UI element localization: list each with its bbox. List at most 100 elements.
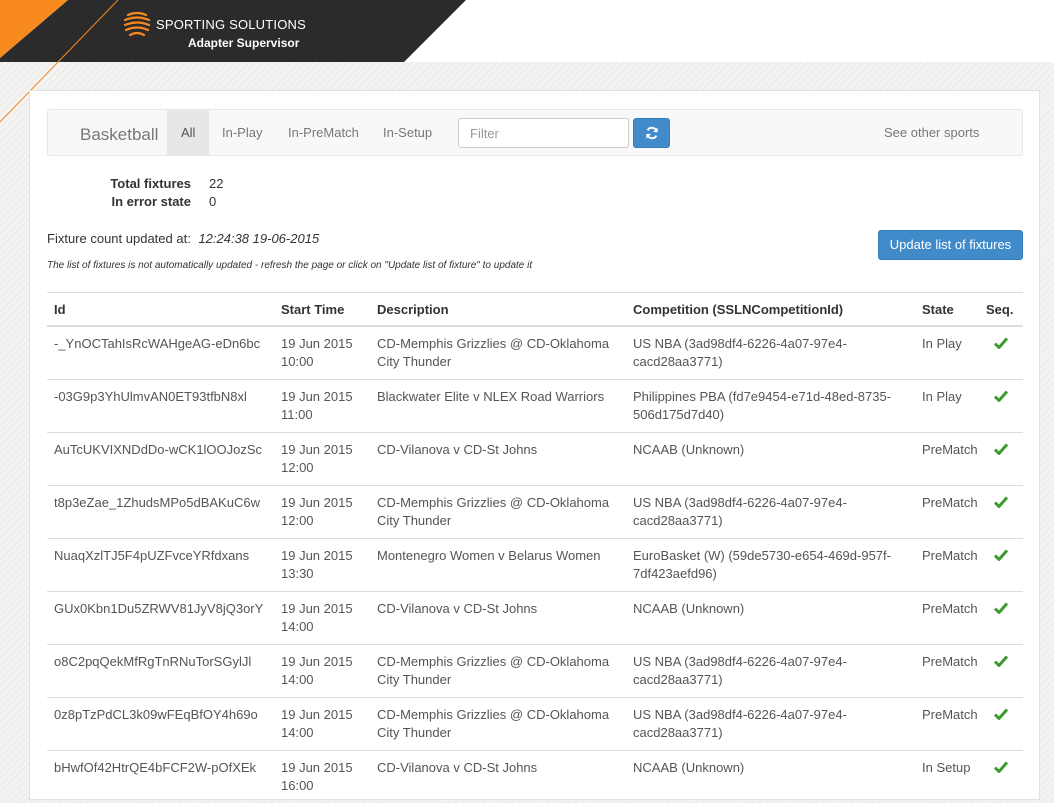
start-time: 19 Jun 201514:00: [274, 592, 370, 645]
table-row[interactable]: GUx0Kbn1Du5ZRWV81JyV8jQ3orY19 Jun 201514…: [47, 592, 1023, 645]
table-row[interactable]: t8p3eZae_1ZhudsMPo5dBAKuC6w19 Jun 201512…: [47, 486, 1023, 539]
check-icon: [994, 708, 1008, 720]
fixture-state: In Setup: [915, 751, 979, 803]
start-date: 19 Jun 2015: [281, 547, 363, 565]
fixture-competition: EuroBasket (W) (59de5730-e654-469d-957f-…: [626, 539, 915, 592]
fixture-id[interactable]: t8p3eZae_1ZhudsMPo5dBAKuC6w: [47, 486, 274, 539]
start-hour: 11:00: [281, 406, 363, 424]
fixtures-panel: Basketball All In-Play In-PreMatch In-Se…: [29, 90, 1040, 800]
start-time: 19 Jun 201512:00: [274, 486, 370, 539]
table-row[interactable]: NuaqXzlTJ5F4pUZFvceYRfdxans19 Jun 201513…: [47, 539, 1023, 592]
fixture-competition: US NBA (3ad98df4-6226-4a07-97e4-cacd28aa…: [626, 698, 915, 751]
start-date: 19 Jun 2015: [281, 388, 363, 406]
fixture-id[interactable]: -_YnOCTahIsRcWAHgeAG-eDn6bc: [47, 326, 274, 380]
fixture-state: PreMatch: [915, 645, 979, 698]
start-hour: 14:00: [281, 724, 363, 742]
start-hour: 13:30: [281, 565, 363, 583]
fixture-id[interactable]: bHwfOf42HtrQE4bFCF2W-pOfXEk: [47, 751, 274, 803]
fixture-state: PreMatch: [915, 486, 979, 539]
table-row[interactable]: 0z8pTzPdCL3k09wFEqBfOY4h69o19 Jun 201514…: [47, 698, 1023, 751]
fixture-competition: US NBA (3ad98df4-6226-4a07-97e4-cacd28aa…: [626, 645, 915, 698]
sport-name[interactable]: Basketball: [80, 125, 158, 145]
fixture-rows: -_YnOCTahIsRcWAHgeAG-eDn6bc19 Jun 201510…: [47, 326, 1023, 803]
sporting-solutions-logo-icon: [122, 9, 152, 39]
start-time: 19 Jun 201511:00: [274, 380, 370, 433]
column-header-competition[interactable]: Competition (SSLNCompetitionId): [626, 293, 915, 327]
fixture-state: PreMatch: [915, 433, 979, 486]
error-state-label: In error state: [90, 194, 191, 209]
column-header-seq[interactable]: Seq.: [979, 293, 1023, 327]
fixture-competition: NCAAB (Unknown): [626, 592, 915, 645]
fixture-seq: [979, 539, 1023, 592]
fixture-id[interactable]: -03G9p3YhUlmvAN0ET93tfbN8xl: [47, 380, 274, 433]
start-hour: 12:00: [281, 512, 363, 530]
table-row[interactable]: bHwfOf42HtrQE4bFCF2W-pOfXEk 19 Jun 201516…: [47, 751, 1023, 803]
start-date: 19 Jun 2015: [281, 653, 363, 671]
fixture-id[interactable]: GUx0Kbn1Du5ZRWV81JyV8jQ3orY: [47, 592, 274, 645]
check-icon: [994, 549, 1008, 561]
error-state-value: 0: [209, 194, 216, 209]
fixture-count-time: 12:24:38 19-06-2015: [198, 231, 319, 246]
fixture-description: CD-Memphis Grizzlies @ CD-Oklahoma City …: [370, 645, 626, 698]
start-time: 19 Jun 201513:30: [274, 539, 370, 592]
column-header-state[interactable]: State: [915, 293, 979, 327]
start-time: 19 Jun 201514:00: [274, 645, 370, 698]
table-header-row: Id Start Time Description Competition (S…: [47, 293, 1023, 327]
fixture-id[interactable]: NuaqXzlTJ5F4pUZFvceYRfdxans: [47, 539, 274, 592]
tab-in-play[interactable]: In-Play: [208, 110, 276, 155]
brand-name: SPORTING SOLUTIONS: [156, 17, 306, 32]
start-hour: 16:00: [281, 777, 363, 795]
table-row[interactable]: o8C2pqQekMfRgTnRNuTorSGylJl19 Jun 201514…: [47, 645, 1023, 698]
start-date: 19 Jun 2015: [281, 441, 363, 459]
fixture-description: CD-Memphis Grizzlies @ CD-Oklahoma City …: [370, 698, 626, 751]
check-icon: [994, 337, 1008, 349]
column-header-start-time[interactable]: Start Time: [274, 293, 370, 327]
fixture-description: CD-Vilanova v CD-St Johns: [370, 751, 626, 803]
start-date: 19 Jun 2015: [281, 335, 363, 353]
table-row[interactable]: -_YnOCTahIsRcWAHgeAG-eDn6bc 19 Jun 201510…: [47, 326, 1023, 380]
app-header: SPORTING SOLUTIONS Adapter Supervisor: [0, 0, 1054, 62]
fixture-id[interactable]: AuTcUKVIXNDdDo-wCK1lOOJozSc: [47, 433, 274, 486]
fixture-description: Blackwater Elite v NLEX Road Warriors: [370, 380, 626, 433]
tab-in-setup[interactable]: In-Setup: [369, 110, 446, 155]
fixture-description: CD-Vilanova v CD-St Johns: [370, 592, 626, 645]
table-row[interactable]: -03G9p3YhUlmvAN0ET93tfbN8xl19 Jun 201511…: [47, 380, 1023, 433]
start-date: 19 Jun 2015: [281, 759, 363, 777]
column-header-description[interactable]: Description: [370, 293, 626, 327]
filter-input[interactable]: [458, 118, 629, 148]
start-hour: 10:00: [281, 353, 363, 371]
start-date: 19 Jun 2015: [281, 600, 363, 618]
fixture-count-label: Fixture count updated at:: [47, 231, 191, 246]
start-hour: 12:00: [281, 459, 363, 477]
fixture-description: Montenegro Women v Belarus Women: [370, 539, 626, 592]
check-icon: [994, 761, 1008, 773]
column-header-id[interactable]: Id: [47, 293, 274, 327]
fixture-state: PreMatch: [915, 698, 979, 751]
refresh-button[interactable]: [633, 118, 670, 148]
fixture-seq: [979, 433, 1023, 486]
sport-navbar: Basketball All In-Play In-PreMatch In-Se…: [47, 109, 1023, 156]
start-hour: 14:00: [281, 671, 363, 689]
fixture-competition: NCAAB (Unknown): [626, 433, 915, 486]
fixture-id[interactable]: o8C2pqQekMfRgTnRNuTorSGylJl: [47, 645, 274, 698]
update-fixtures-button[interactable]: Update list of fixtures: [878, 230, 1023, 260]
fixture-competition: Philippines PBA (fd7e9454-e71d-48ed-8735…: [626, 380, 915, 433]
fixture-id[interactable]: 0z8pTzPdCL3k09wFEqBfOY4h69o: [47, 698, 274, 751]
fixture-competition: NCAAB (Unknown): [626, 751, 915, 803]
fixture-seq: [979, 592, 1023, 645]
app-title: Adapter Supervisor: [188, 36, 299, 50]
fixture-seq: [979, 380, 1023, 433]
start-time: 19 Jun 201514:00: [274, 698, 370, 751]
fixture-count-updated: Fixture count updated at: 12:24:38 19-06…: [47, 231, 319, 246]
tab-all[interactable]: All: [167, 110, 209, 155]
start-date: 19 Jun 2015: [281, 494, 363, 512]
see-other-sports-link[interactable]: See other sports: [884, 125, 979, 140]
start-date: 19 Jun 2015: [281, 706, 363, 724]
fixture-competition: US NBA (3ad98df4-6226-4a07-97e4-cacd28aa…: [626, 486, 915, 539]
fixture-description: CD-Vilanova v CD-St Johns: [370, 433, 626, 486]
total-fixtures-label: Total fixtures: [90, 176, 191, 191]
update-note: The list of fixtures is not automaticall…: [47, 260, 532, 271]
tab-in-prematch[interactable]: In-PreMatch: [274, 110, 373, 155]
check-icon: [994, 496, 1008, 508]
table-row[interactable]: AuTcUKVIXNDdDo-wCK1lOOJozSc 19 Jun 201512…: [47, 433, 1023, 486]
